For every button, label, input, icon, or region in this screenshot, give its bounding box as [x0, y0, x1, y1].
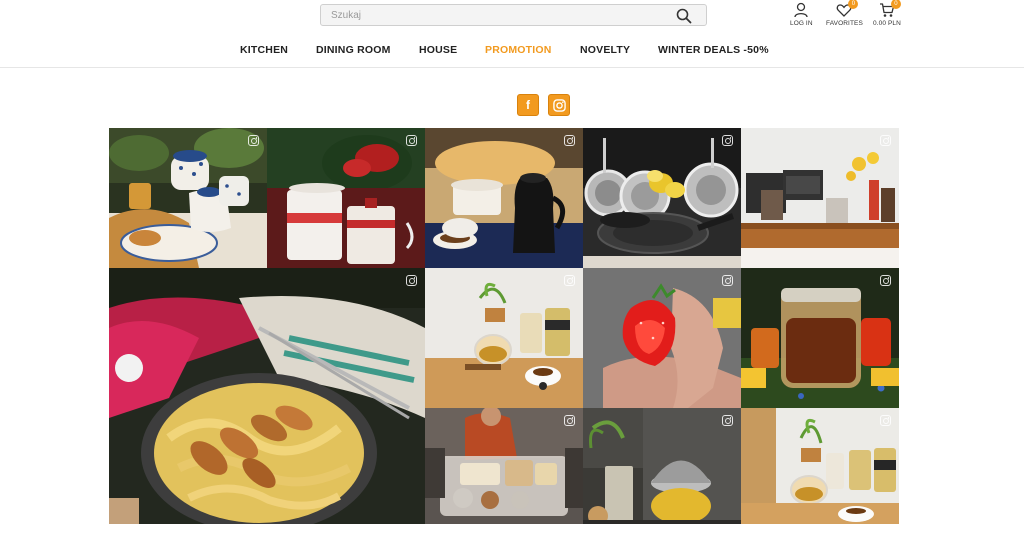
instagram-icon	[880, 415, 891, 426]
favorites-label: FAVORITES	[826, 20, 863, 27]
cart-total: 0.00 PLN	[873, 20, 901, 27]
nav-item-promotion[interactable]: PROMOTION	[485, 44, 552, 56]
instagram-button[interactable]	[548, 94, 570, 116]
facebook-icon: f	[526, 98, 530, 112]
nav-item-dining-room[interactable]: DINING ROOM	[316, 44, 391, 56]
header: LOG IN 0 FAVORITES 0 0.00 PLN KITCHEN DI…	[0, 0, 1024, 68]
heart-icon: 0	[836, 0, 859, 18]
login-label: LOG IN	[790, 20, 813, 27]
cart-icon: 0	[879, 0, 901, 18]
instagram-icon	[248, 135, 259, 146]
instagram-icon	[722, 415, 733, 426]
instagram-icon	[564, 275, 575, 286]
main-nav: KITCHEN DINING ROOM HOUSE PROMOTION NOVE…	[0, 44, 1024, 58]
search-bar[interactable]	[320, 4, 707, 26]
search-input[interactable]	[331, 7, 661, 23]
instagram-icon	[406, 135, 417, 146]
nav-item-kitchen[interactable]: KITCHEN	[240, 44, 288, 56]
instagram-icon	[722, 275, 733, 286]
instagram-gallery	[109, 128, 899, 524]
instagram-icon	[564, 135, 575, 146]
user-icon	[793, 2, 809, 18]
kitchen-counter-photo[interactable]	[741, 128, 899, 268]
search-icon[interactable]	[676, 8, 692, 24]
honey-jar-photo[interactable]	[741, 268, 899, 408]
facebook-button[interactable]: f	[517, 94, 539, 116]
login-link[interactable]: LOG IN	[790, 2, 813, 27]
tea-set-breakfast-photo[interactable]	[109, 128, 267, 268]
favorites-link[interactable]: 0 FAVORITES	[826, 0, 863, 27]
nav-item-novelty[interactable]: NOVELTY	[580, 44, 630, 56]
instagram-icon	[880, 135, 891, 146]
nav-item-house[interactable]: HOUSE	[419, 44, 457, 56]
favorites-count-badge: 0	[848, 0, 859, 9]
kettle-and-cup-photo[interactable]	[425, 128, 583, 268]
frying-pans-photo[interactable]	[583, 128, 741, 268]
storage-containers-photo[interactable]	[425, 408, 583, 524]
spices-jar-photo[interactable]	[583, 408, 741, 524]
instagram-icon	[406, 275, 417, 286]
strawberry-hand-photo[interactable]	[583, 268, 741, 408]
nav-item-winter-deals[interactable]: WINTER DEALS -50%	[658, 44, 769, 56]
tea-jars-photo-2[interactable]	[741, 408, 899, 524]
instagram-icon	[722, 135, 733, 146]
instagram-icon	[564, 415, 575, 426]
cart-link[interactable]: 0 0.00 PLN	[873, 0, 901, 27]
instagram-icon	[552, 98, 566, 112]
tea-and-jars-photo[interactable]	[425, 268, 583, 408]
instagram-icon	[880, 275, 891, 286]
pasta-with-chicken-photo[interactable]	[109, 268, 425, 524]
cart-count-badge: 0	[890, 0, 901, 9]
christmas-mugs-photo[interactable]	[267, 128, 425, 268]
